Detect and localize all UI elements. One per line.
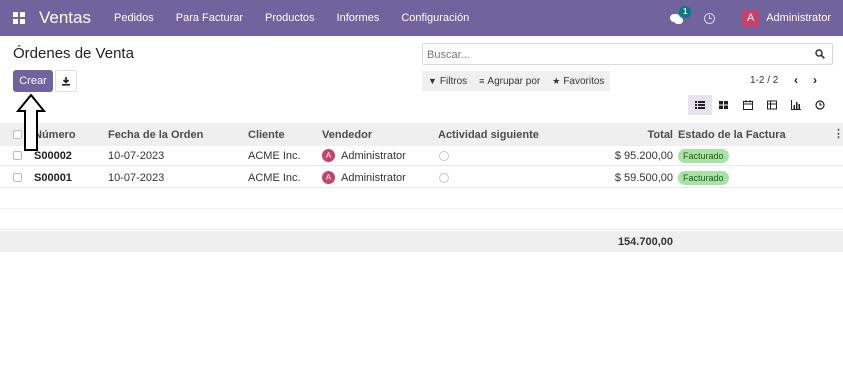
menu-configuracion[interactable]: Configuración (401, 12, 469, 24)
customer-name: ACME Inc. (248, 150, 301, 162)
order-total: $ 95.200,00 (614, 150, 673, 162)
calendar-icon (743, 100, 753, 110)
column-order-date[interactable]: Fecha de la Orden (108, 129, 203, 141)
list-header: Número Fecha de la Orden Cliente Vendedo… (0, 123, 843, 146)
group-by-label: Agrupar por (487, 75, 541, 87)
kanban-icon (719, 101, 728, 109)
table-row[interactable]: S00001 10-07-2023 ACME Inc. A Administra… (0, 168, 843, 188)
order-date: 10-07-2023 (108, 150, 165, 162)
messaging-icon[interactable]: 1 (670, 6, 692, 25)
order-date: 10-07-2023 (108, 172, 165, 184)
filters-label: Filtros (439, 75, 468, 87)
customer-name: ACME Inc. (248, 172, 301, 184)
search-panel-options: ▼ Filtros ≡ Agrupar por ★ Favoritos (422, 71, 610, 91)
apps-menu-icon[interactable] (13, 12, 25, 24)
group-by-icon: ≡ (479, 76, 485, 86)
column-total[interactable]: Total (648, 129, 673, 141)
activities-clock-icon[interactable] (704, 12, 716, 24)
page-title: Órdenes de Venta (13, 45, 134, 62)
group-by-toggle[interactable]: ≡ Agrupar por (479, 76, 540, 87)
calendar-view-button[interactable] (736, 95, 760, 115)
optional-columns-icon[interactable]: ⋮ (833, 127, 843, 140)
pivot-view-button[interactable] (760, 95, 784, 115)
pager-previous-icon[interactable]: ‹ (794, 73, 798, 87)
sum-total: 154.700,00 (617, 236, 673, 248)
user-menu-name[interactable]: Administrator (766, 12, 831, 24)
column-salesperson[interactable]: Vendedor (322, 129, 372, 141)
search-icon[interactable] (815, 49, 825, 59)
pager-next-icon[interactable]: › (813, 73, 817, 87)
salesperson-avatar: A (322, 171, 335, 184)
create-button[interactable]: Crear (13, 70, 53, 92)
menu-informes[interactable]: Informes (337, 12, 380, 24)
order-number: S00001 (34, 172, 72, 184)
pivot-icon (767, 100, 777, 110)
search-input[interactable] (427, 47, 807, 62)
search-box (422, 43, 833, 65)
salesperson-avatar: A (322, 149, 335, 162)
graph-icon (791, 100, 801, 110)
activity-clock-icon[interactable] (439, 173, 449, 183)
export-button[interactable] (55, 70, 77, 92)
list-footer-totals: 154.700,00 (0, 231, 843, 252)
menu-pedidos[interactable]: Pedidos (114, 12, 154, 24)
column-invoice-status[interactable]: Estado de la Factura (678, 129, 786, 141)
favorites-toggle[interactable]: ★ Favoritos (552, 76, 604, 87)
filters-toggle[interactable]: ▼ Filtros (428, 76, 467, 87)
menu-productos[interactable]: Productos (265, 12, 315, 24)
annotation-up-arrow (16, 94, 46, 151)
table-row[interactable]: S00002 10-07-2023 ACME Inc. A Administra… (0, 146, 843, 166)
invoice-status-badge: Facturado (678, 149, 729, 163)
download-icon (62, 77, 70, 86)
top-navbar: Ventas Pedidos Para Facturar Productos I… (0, 0, 843, 36)
list-icon (695, 101, 705, 109)
message-count-badge: 1 (679, 6, 692, 18)
pager-value[interactable]: 1-2 / 2 (750, 75, 778, 86)
row-checkbox[interactable] (13, 151, 22, 160)
activity-clock-icon (815, 100, 825, 110)
salesperson-name: Administrator (341, 150, 406, 162)
filter-icon: ▼ (428, 76, 437, 86)
kanban-view-button[interactable] (712, 95, 736, 115)
star-icon: ★ (552, 75, 561, 86)
salesperson-name: Administrator (341, 172, 406, 184)
empty-row (0, 210, 843, 230)
user-avatar[interactable]: A (742, 9, 760, 27)
invoice-status-badge: Facturado (678, 171, 729, 185)
menu-para-facturar[interactable]: Para Facturar (176, 12, 243, 24)
list-view-button[interactable] (688, 95, 712, 115)
app-brand[interactable]: Ventas (39, 8, 91, 28)
activity-clock-icon[interactable] (439, 151, 449, 161)
empty-row (0, 189, 843, 209)
column-next-activity[interactable]: Actividad siguiente (438, 129, 539, 141)
row-checkbox[interactable] (13, 173, 22, 182)
activity-view-button[interactable] (808, 95, 832, 115)
graph-view-button[interactable] (784, 95, 808, 115)
order-total: $ 59.500,00 (614, 172, 673, 184)
column-customer[interactable]: Cliente (248, 129, 285, 141)
view-switcher (688, 95, 832, 115)
favorites-label: Favoritos (563, 75, 605, 87)
